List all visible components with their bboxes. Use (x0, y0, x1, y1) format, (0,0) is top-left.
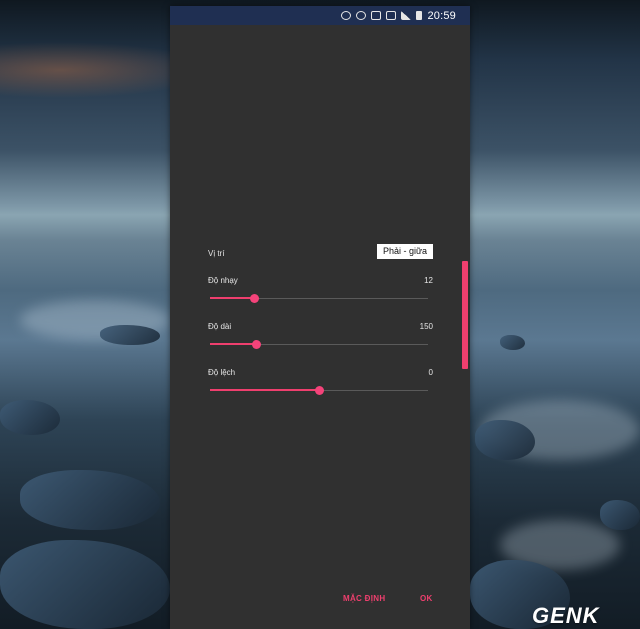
sensitivity-slider[interactable] (210, 294, 428, 304)
nfc-icon (371, 11, 382, 20)
scroll-indicator[interactable] (462, 261, 468, 369)
watermark-logo: GENK (532, 603, 600, 628)
status-bar: 20:59 (170, 6, 470, 25)
slider-thumb[interactable] (249, 294, 259, 303)
wifi-icon (356, 11, 367, 20)
screenshot-scene: 20:59 Vị trí Phải - giữa Độ nhạy 12 Độ d… (0, 0, 640, 629)
offset-slider[interactable] (210, 386, 428, 396)
length-row: Độ dài 150 (208, 322, 433, 334)
sensitivity-value: 12 (424, 276, 433, 285)
default-button[interactable]: MẶC ĐỊNH (343, 594, 385, 603)
rock (0, 540, 170, 629)
rock (475, 420, 535, 460)
offset-value: 0 (428, 368, 433, 377)
sensitivity-label: Độ nhạy (208, 276, 238, 285)
sim-signal-icon (386, 11, 397, 20)
slider-fill (210, 389, 319, 391)
status-time: 20:59 (427, 9, 456, 22)
rock (20, 470, 160, 530)
sensitivity-row: Độ nhạy 12 (208, 276, 433, 288)
position-label: Vị trí (208, 249, 225, 258)
rock (500, 335, 525, 350)
slider-thumb[interactable] (315, 386, 324, 395)
position-row: Vị trí Phải - giữa (208, 244, 433, 263)
signal-icon (401, 11, 412, 20)
rock (0, 400, 60, 435)
length-label: Độ dài (208, 322, 232, 331)
ok-button[interactable]: OK (420, 594, 433, 603)
alarm-icon (341, 11, 352, 20)
settings-dialog: 20:59 Vị trí Phải - giữa Độ nhạy 12 Độ d… (170, 6, 470, 629)
slider-fill (210, 297, 254, 299)
slider-fill (210, 343, 256, 345)
rock (100, 325, 160, 345)
length-value: 150 (419, 322, 433, 331)
slider-thumb[interactable] (251, 340, 261, 349)
offset-row: Độ lệch 0 (208, 368, 433, 380)
offset-label: Độ lệch (208, 368, 236, 377)
length-slider[interactable] (210, 340, 428, 350)
battery-icon (416, 11, 423, 20)
position-select[interactable]: Phải - giữa (376, 244, 433, 259)
rock (600, 500, 640, 530)
